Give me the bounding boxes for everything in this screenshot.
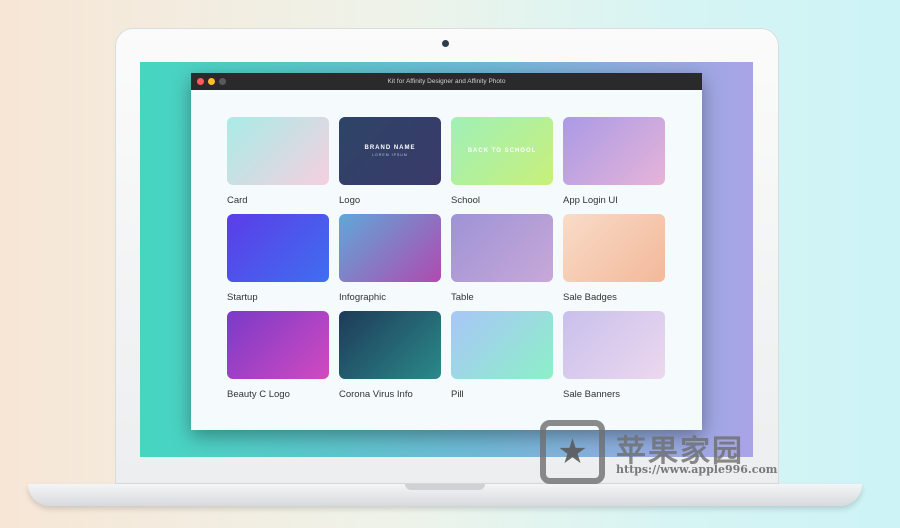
template-item[interactable]: Pill — [451, 311, 553, 408]
laptop-base — [28, 484, 862, 506]
camera-icon — [442, 40, 449, 47]
template-item[interactable]: Table — [451, 214, 553, 311]
template-item[interactable]: Startup — [227, 214, 329, 311]
template-item[interactable]: Sale Banners — [563, 311, 665, 408]
template-thumbnail[interactable] — [227, 311, 329, 379]
template-thumbnail[interactable]: BACK TO SCHOOL — [451, 117, 553, 185]
template-label: Table — [451, 292, 474, 303]
template-label: Corona Virus Info — [339, 389, 413, 400]
watermark-url: https://www.apple996.com — [616, 463, 778, 476]
thumbnail-subtitle: LOREM IPSUM — [372, 153, 408, 157]
minimize-button[interactable] — [208, 78, 215, 85]
thumbnail-title: BACK TO SCHOOL — [467, 148, 537, 154]
base-notch — [405, 484, 485, 490]
template-item[interactable]: BACK TO SCHOOL School — [451, 117, 553, 214]
watermark-star-icon: ★ — [540, 420, 605, 484]
template-label: Pill — [451, 389, 464, 400]
template-item[interactable]: BRAND NAME LOREM IPSUM Logo — [339, 117, 441, 214]
template-item[interactable]: App Login UI — [563, 117, 665, 214]
template-thumbnail[interactable] — [563, 117, 665, 185]
close-button[interactable] — [197, 78, 204, 85]
template-thumbnail[interactable] — [451, 311, 553, 379]
template-thumbnail[interactable] — [563, 214, 665, 282]
thumbnail-title: BRAND NAME — [364, 145, 416, 151]
template-thumbnail[interactable] — [451, 214, 553, 282]
zoom-button[interactable] — [219, 78, 226, 85]
template-thumbnail[interactable]: BRAND NAME LOREM IPSUM — [339, 117, 441, 185]
template-item[interactable]: Sale Badges — [563, 214, 665, 311]
app-window: Kit for Affinity Designer and Affinity P… — [191, 73, 702, 430]
template-item[interactable]: Corona Virus Info — [339, 311, 441, 408]
template-label: App Login UI — [563, 195, 618, 206]
template-label: Infographic — [339, 292, 387, 303]
template-label: Sale Banners — [563, 389, 621, 400]
window-title: Kit for Affinity Designer and Affinity P… — [387, 78, 506, 85]
template-item[interactable]: Beauty C Logo — [227, 311, 329, 408]
laptop-lid: Kit for Affinity Designer and Affinity P… — [115, 28, 779, 484]
template-thumbnail[interactable] — [563, 311, 665, 379]
template-label: Logo — [339, 195, 361, 206]
template-thumbnail[interactable] — [227, 117, 329, 185]
template-thumbnail[interactable] — [339, 214, 441, 282]
template-label: Sale Badges — [563, 292, 617, 303]
laptop-screen: Kit for Affinity Designer and Affinity P… — [140, 62, 753, 457]
template-item[interactable]: Infographic — [339, 214, 441, 311]
template-thumbnail[interactable] — [339, 311, 441, 379]
template-label: Card — [227, 195, 248, 206]
template-label: Startup — [227, 292, 258, 303]
template-label: School — [451, 195, 481, 206]
template-label: Beauty C Logo — [227, 389, 290, 400]
template-item[interactable]: Card — [227, 117, 329, 214]
title-bar: Kit for Affinity Designer and Affinity P… — [191, 73, 702, 90]
template-thumbnail[interactable] — [227, 214, 329, 282]
template-grid: Card BRAND NAME LOREM IPSUM Logo BACK TO SCH… — [227, 117, 665, 408]
